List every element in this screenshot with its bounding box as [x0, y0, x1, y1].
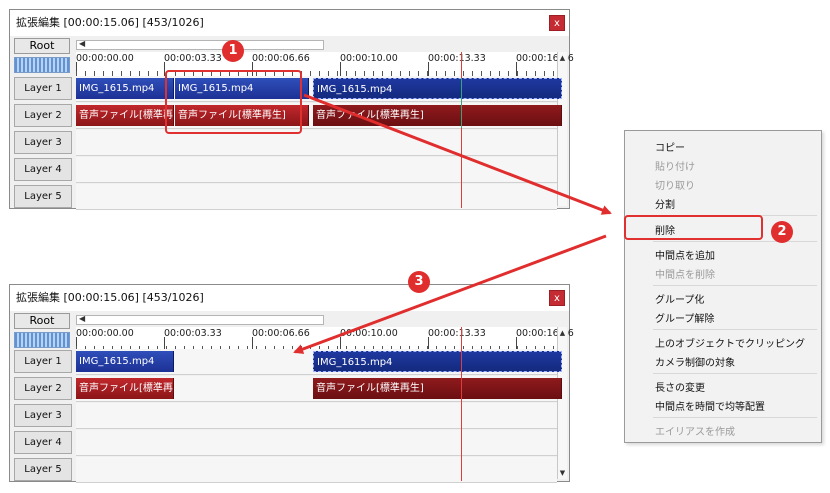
arrow-to-menu — [303, 93, 612, 215]
delete-highlight — [624, 215, 763, 240]
step-badge: 1 — [222, 40, 244, 62]
step-badge: 3 — [408, 271, 430, 293]
step-badge: 2 — [771, 221, 793, 243]
annotation-arrows — [293, 93, 612, 354]
selection-highlight — [165, 70, 302, 134]
arrow-to-result — [293, 234, 607, 354]
